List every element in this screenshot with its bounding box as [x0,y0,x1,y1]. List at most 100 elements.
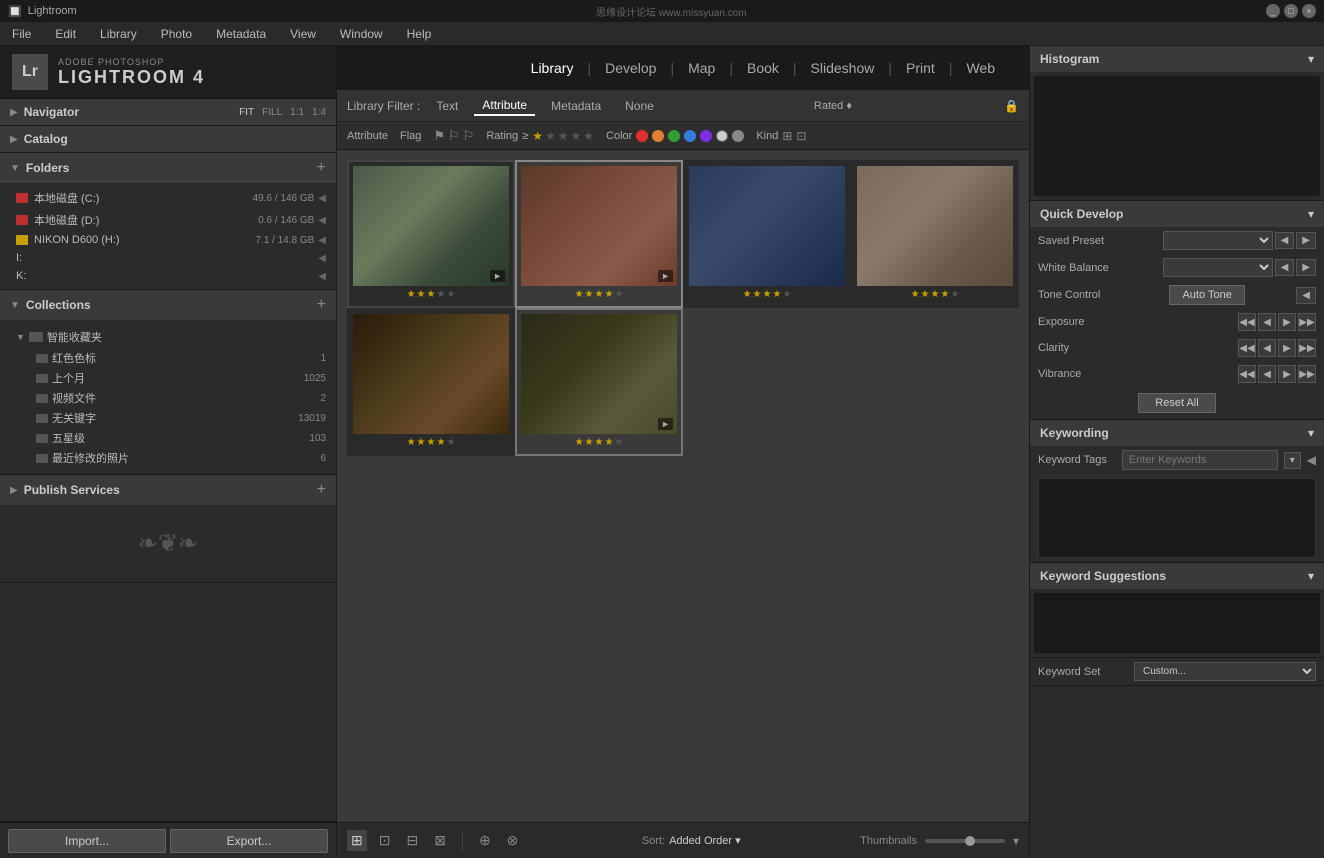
collection-item-video[interactable]: 视频文件 2 [0,388,336,408]
slider-handle[interactable] [965,836,975,846]
star-3[interactable]: ★ [558,129,569,143]
view-grid-button[interactable]: ⊞ [347,830,367,851]
photo-cell-4[interactable]: 4 ★★★★★ [851,160,1019,308]
folder-item-d[interactable]: 本地磁盘 (D:) 0.6 / 146 GB ◀ [0,209,336,231]
tone-collapse-btn[interactable]: ◀ [1296,287,1316,304]
collections-add-button[interactable]: + [317,296,326,314]
keywording-collapse-icon[interactable]: ▾ [1308,426,1314,440]
flag-icon-pick[interactable]: ⚑ [433,128,445,144]
exposure-inc[interactable]: ▶ [1278,313,1296,331]
filter-tab-metadata[interactable]: Metadata [543,97,609,115]
color-orange[interactable] [652,130,664,142]
collection-item-red[interactable]: 红色色标 1 [0,348,336,368]
menu-photo[interactable]: Photo [157,27,196,41]
folder-item-nikon[interactable]: NIKON D600 (H:) 7.1 / 14.8 GB ◀ [0,231,336,249]
view-survey-button[interactable]: ⊠ [430,830,450,851]
histogram-collapse-icon[interactable]: ▾ [1308,52,1314,66]
collections-header[interactable]: ▼ Collections + [0,290,336,320]
menu-edit[interactable]: Edit [51,27,80,41]
expand-button[interactable]: ▾ [1013,834,1019,848]
sort-value[interactable]: Added Order ▾ [669,834,741,847]
color-blue[interactable] [684,130,696,142]
clarity-inc-inc[interactable]: ▶▶ [1298,339,1316,357]
kind-photo-icon[interactable]: ⊡ [796,129,806,143]
exposure-dec[interactable]: ◀ [1258,313,1276,331]
filter-tab-attribute[interactable]: Attribute [474,96,535,116]
publish-add-button[interactable]: + [317,481,326,499]
white-balance-select[interactable] [1163,258,1273,277]
menu-help[interactable]: Help [403,27,436,41]
minimize-button[interactable]: _ [1266,4,1280,18]
export-button[interactable]: Export... [170,829,328,853]
kind-all-icon[interactable]: ⊞ [782,129,792,143]
keyword-set-select[interactable]: Custom... [1134,662,1316,681]
module-print[interactable]: Print [892,46,949,90]
vibrance-inc[interactable]: ▶ [1278,365,1296,383]
photo-cell-2[interactable]: 2 ► ★★★★★ [515,160,683,308]
collection-item-month[interactable]: 上个月 1025 [0,368,336,388]
module-slideshow[interactable]: Slideshow [797,46,889,90]
folders-add-button[interactable]: + [317,159,326,177]
maximize-button[interactable]: □ [1284,4,1298,18]
collection-item-nokw[interactable]: 无关键字 13019 [0,408,336,428]
vibrance-dec[interactable]: ◀ [1258,365,1276,383]
catalog-header[interactable]: ▶ Catalog [0,126,336,152]
clarity-dec-dec[interactable]: ◀◀ [1238,339,1256,357]
folders-header[interactable]: ▼ Folders + [0,153,336,183]
import-button[interactable]: Import... [8,829,166,853]
collection-group-header[interactable]: ▼ 智能收藏夹 [0,326,336,348]
thumbnail-slider[interactable] [925,839,1005,843]
menu-window[interactable]: Window [336,27,387,41]
photo-cell-5[interactable]: 5 ★★★★★ [347,308,515,456]
window-controls[interactable]: _ □ × [1266,4,1316,18]
rating-stars[interactable]: ★ ★ ★ ★ ★ [532,129,594,143]
photo-cell-6[interactable]: 6 ► ★★★★★ [515,308,683,456]
keyword-suggestions-collapse-icon[interactable]: ▾ [1308,569,1314,583]
filter-tab-text[interactable]: Text [428,97,466,115]
spray-icon[interactable]: ⊗ [503,830,523,851]
collection-item-recent[interactable]: 最近修改的照片 6 [0,448,336,468]
module-book[interactable]: Book [733,46,793,90]
reset-all-button[interactable]: Reset All [1138,393,1215,413]
keyword-suggestions-header[interactable]: Keyword Suggestions ▾ [1030,563,1324,589]
flag-icon-reject[interactable]: ⚐ [463,128,475,144]
exposure-dec-dec[interactable]: ◀◀ [1238,313,1256,331]
color-red[interactable] [636,130,648,142]
star-1[interactable]: ★ [532,129,543,143]
color-green[interactable] [668,130,680,142]
clarity-dec[interactable]: ◀ [1258,339,1276,357]
photo-cell-1[interactable]: 1 ► ★★★★★ [347,160,515,308]
saved-preset-select[interactable] [1163,231,1273,250]
exposure-inc-inc[interactable]: ▶▶ [1298,313,1316,331]
menu-view[interactable]: View [286,27,320,41]
color-white[interactable] [716,130,728,142]
white-balance-next[interactable]: ▶ [1296,259,1316,276]
print-icon[interactable]: ⊕ [475,830,495,851]
auto-tone-button[interactable]: Auto Tone [1169,285,1244,305]
filter-tab-none[interactable]: None [617,97,662,115]
star-5[interactable]: ★ [583,129,594,143]
keyword-tags-input[interactable] [1122,450,1278,470]
menu-file[interactable]: File [8,27,35,41]
nav-1to4[interactable]: 1:4 [312,107,326,118]
nav-fit[interactable]: FIT [239,107,254,118]
star-2[interactable]: ★ [545,129,556,143]
view-compare-button[interactable]: ⊟ [402,830,422,851]
keywording-header[interactable]: Keywording ▾ [1030,420,1324,446]
flag-icon-unflagged[interactable]: ⚐ [448,128,460,144]
filter-lock-icon[interactable]: 🔒 [1004,99,1019,113]
module-map[interactable]: Map [674,46,729,90]
folder-item-k[interactable]: K: ◀ [0,267,336,285]
star-4[interactable]: ★ [570,129,581,143]
folder-item-i[interactable]: I: ◀ [0,249,336,267]
nav-1to1[interactable]: 1:1 [290,107,304,118]
vibrance-inc-inc[interactable]: ▶▶ [1298,365,1316,383]
menu-metadata[interactable]: Metadata [212,27,270,41]
photo-cell-3[interactable]: 3 ★★★★★ [683,160,851,308]
quick-develop-header[interactable]: Quick Develop ▾ [1030,201,1324,227]
keyword-tags-area[interactable] [1038,478,1316,558]
menu-library[interactable]: Library [96,27,141,41]
histogram-header[interactable]: Histogram ▾ [1030,46,1324,72]
close-button[interactable]: × [1302,4,1316,18]
vibrance-dec-dec[interactable]: ◀◀ [1238,365,1256,383]
